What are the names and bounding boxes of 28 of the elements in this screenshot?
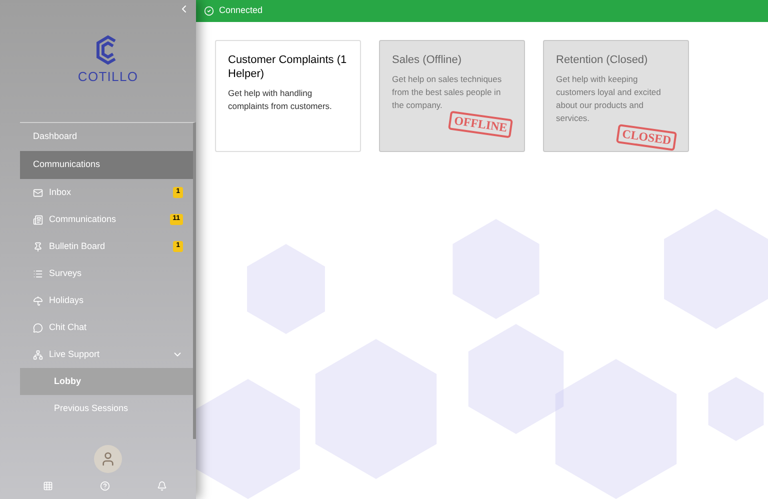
check-circle-icon — [204, 6, 214, 16]
envelope-icon — [33, 188, 43, 198]
card-description: Get help with keeping customers loyal and excited about our products and services. — [556, 73, 662, 125]
card-description: Get help with handling complaints from customers. — [228, 87, 333, 113]
stamp: OFFLINE — [448, 110, 514, 138]
hierarchy-icon — [33, 350, 43, 360]
support-card[interactable]: Retention (Closed) Get help with keeping customers loyal and excited about our products and services. CLOSED — [543, 40, 689, 152]
support-card[interactable]: Customer Complaints (1 Helper) Get help with handling complaints from customers. — [215, 40, 361, 152]
card-title: Sales (Offline) — [392, 53, 462, 67]
status-text: Connected — [219, 4, 263, 18]
chat-bubbles-icon — [33, 322, 43, 332]
stamp: CLOSED — [616, 124, 678, 152]
pushpin-icon — [33, 242, 43, 252]
card-description: Get help on sales techniques from the best sales people in the company. — [392, 73, 503, 112]
umbrella-icon — [33, 296, 43, 306]
nav-section[interactable]: Communications — [20, 151, 193, 179]
nav-subitem[interactable]: Lobby — [20, 368, 193, 395]
bell-icon[interactable] — [156, 481, 167, 491]
nav-section[interactable]: Dashboard — [20, 123, 193, 151]
avatar[interactable] — [94, 445, 122, 473]
support-card[interactable]: Sales (Offline) Get help on sales techniques from the best sales people in the company. OFFLINE — [379, 40, 525, 152]
card-title: Customer Complaints (1 Helper) — [228, 53, 348, 81]
logo-text: COTILLO — [78, 68, 138, 86]
grid-icon[interactable] — [43, 481, 54, 491]
newspaper-icon — [33, 214, 43, 224]
list-icon — [33, 268, 43, 278]
card-title: Retention (Closed) — [556, 53, 649, 67]
help-icon[interactable] — [100, 481, 110, 491]
